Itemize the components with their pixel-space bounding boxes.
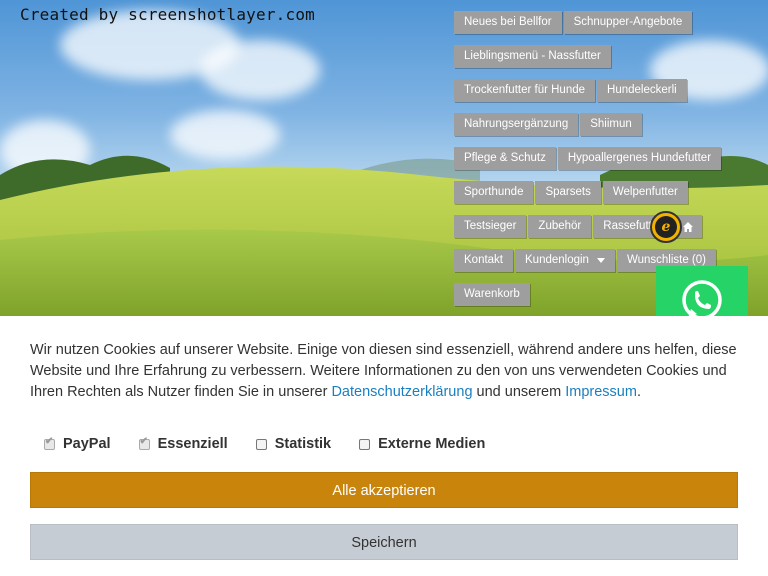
menu-item-hundeleckerli[interactable]: Hundeleckerli [597,79,687,102]
menu-item-nahrungsergaenzung[interactable]: Nahrungsergänzung [454,113,579,136]
whatsapp-icon [682,280,722,316]
externe-medien-label: Externe Medien [378,436,486,452]
cookie-text-end: . [636,384,641,400]
chevron-down-icon [596,258,605,263]
menu-row: Pflege & Schutz Hypoallergenes Hundefutt… [454,147,723,170]
menu-item-zubehoer[interactable]: Zubehör [528,215,592,238]
menu-item-kundenlogin[interactable]: Kundenlogin [515,249,615,272]
menu-item-schnupper-angebote[interactable]: Schnupper-Angebote [563,11,693,34]
option-paypal[interactable]: PayPal [44,436,111,452]
menu-row: Trockenfutter für Hunde Hundeleckerli [454,79,689,102]
menu-item-welpenfutter[interactable]: Welpenfutter [602,181,688,204]
menu-item-nassfutter[interactable]: Lieblingsmenü - Nassfutter [454,45,611,68]
menu-item-sparsets[interactable]: Sparsets [535,181,601,204]
menu-item-warenkorb[interactable]: Warenkorb [454,283,530,306]
kundenlogin-label: Kundenlogin [525,254,589,266]
externe-medien-checkbox[interactable] [359,438,371,450]
cookie-options: PayPal Essenziell Statistik Externe Medi… [44,436,513,452]
menu-row: Neues bei Bellfor Schnupper-Angebote [454,11,694,34]
imprint-link[interactable]: Impressum [565,384,637,400]
paypal-checkbox[interactable] [44,436,55,450]
screenshot-watermark: Created by screenshotlayer.com [20,5,315,24]
menu-item-hypoallergenes-hundefutter[interactable]: Hypoallergenes Hundefutter [557,147,722,170]
essenziell-label: Essenziell [157,436,228,452]
hero-banner: Created by screenshotlayer.com Neues bei… [0,0,768,316]
menu-item-testsieger[interactable]: Testsieger [454,215,527,238]
menu-row: Nahrungsergänzung Shiimun [454,113,644,136]
paypal-label: PayPal [63,436,111,452]
whatsapp-button[interactable] [656,266,748,316]
menu-item-pflege-schutz[interactable]: Pflege & Schutz [454,147,556,170]
menu-item-neues[interactable]: Neues bei Bellfor [454,11,562,34]
menu-row: Warenkorb [454,283,532,306]
save-button[interactable]: Speichern [30,524,738,560]
menu-item-trockenfutter[interactable]: Trockenfutter für Hunde [454,79,596,102]
privacy-policy-link[interactable]: Datenschutzerklärung [331,384,472,400]
menu-row: Sporthunde Sparsets Welpenfutter [454,181,690,204]
trusted-shops-badge[interactable]: e [650,211,682,243]
menu-row: Lieblingsmenü - Nassfutter [454,45,613,68]
cookie-text-middle: und unserem [472,384,566,400]
menu-item-kontakt[interactable]: Kontakt [454,249,513,272]
cookie-notice-text: Wir nutzen Cookies auf unserer Website. … [30,340,738,403]
essenziell-checkbox[interactable] [138,436,150,450]
statistik-label: Statistik [274,436,332,452]
option-essenziell[interactable]: Essenziell [138,436,228,452]
option-externe-medien[interactable]: Externe Medien [359,436,485,452]
trusted-shops-e-icon: e [655,216,677,238]
cookie-consent-banner: Wir nutzen Cookies auf unserer Website. … [0,316,768,576]
menu-item-shiimun[interactable]: Shiimun [580,113,642,136]
accept-all-button[interactable]: Alle akzeptieren [30,472,738,508]
option-statistik[interactable]: Statistik [255,436,332,452]
menu-item-sporthunde[interactable]: Sporthunde [454,181,534,204]
statistik-checkbox[interactable] [255,438,267,450]
